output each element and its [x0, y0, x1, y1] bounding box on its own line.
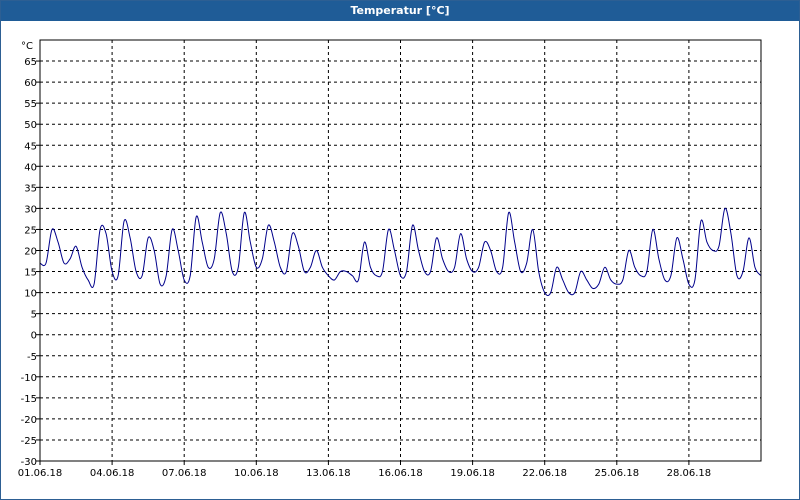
grid [40, 40, 761, 461]
y-tick-label: -10 [21, 373, 37, 384]
x-tick-label: 16.06.18 [378, 468, 423, 479]
y-tick-label: -5 [27, 352, 37, 363]
x-tick-label: 01.06.18 [18, 468, 63, 479]
y-tick-label: 5 [31, 310, 37, 321]
y-tick-label: 10 [24, 289, 37, 300]
y-tick-label: 60 [24, 78, 37, 89]
x-axis: 01.06.18 04.06.18 07.06.18 10.06.18 13.06.18… [18, 461, 711, 479]
x-tick-label: 22.06.18 [522, 468, 567, 479]
x-tick-label: 04.06.18 [90, 468, 135, 479]
x-tick-label: 13.06.18 [306, 468, 351, 479]
y-tick-label: 50 [24, 120, 37, 131]
x-tick-label: 28.06.18 [667, 468, 712, 479]
y-axis: 65605550454035302520151050-5-10-15-20-25… [21, 57, 40, 468]
y-tick-label: 35 [24, 183, 37, 194]
y-tick-label: 45 [24, 141, 37, 152]
x-tick-label: 19.06.18 [450, 468, 495, 479]
x-tick-label: 07.06.18 [162, 468, 207, 479]
y-tick-label: 0 [31, 331, 37, 342]
y-tick-label: -15 [21, 394, 37, 405]
temperature-chart: 65605550454035302520151050-5-10-15-20-25… [18, 39, 762, 479]
y-tick-label: -20 [21, 415, 37, 426]
y-tick-label: 40 [24, 162, 37, 173]
y-tick-label: 55 [24, 99, 37, 110]
y-tick-label: 25 [24, 225, 37, 236]
x-tick-label: 10.06.18 [234, 468, 279, 479]
x-tick-label: 25.06.18 [595, 468, 640, 479]
y-tick-label: 20 [24, 247, 37, 258]
y-tick-label: 30 [24, 204, 37, 215]
y-unit-label: °C [21, 41, 33, 52]
y-tick-label: 65 [24, 57, 37, 68]
y-tick-label: 15 [24, 268, 37, 279]
y-tick-label: -25 [21, 436, 37, 447]
y-tick-label: -30 [21, 457, 37, 468]
